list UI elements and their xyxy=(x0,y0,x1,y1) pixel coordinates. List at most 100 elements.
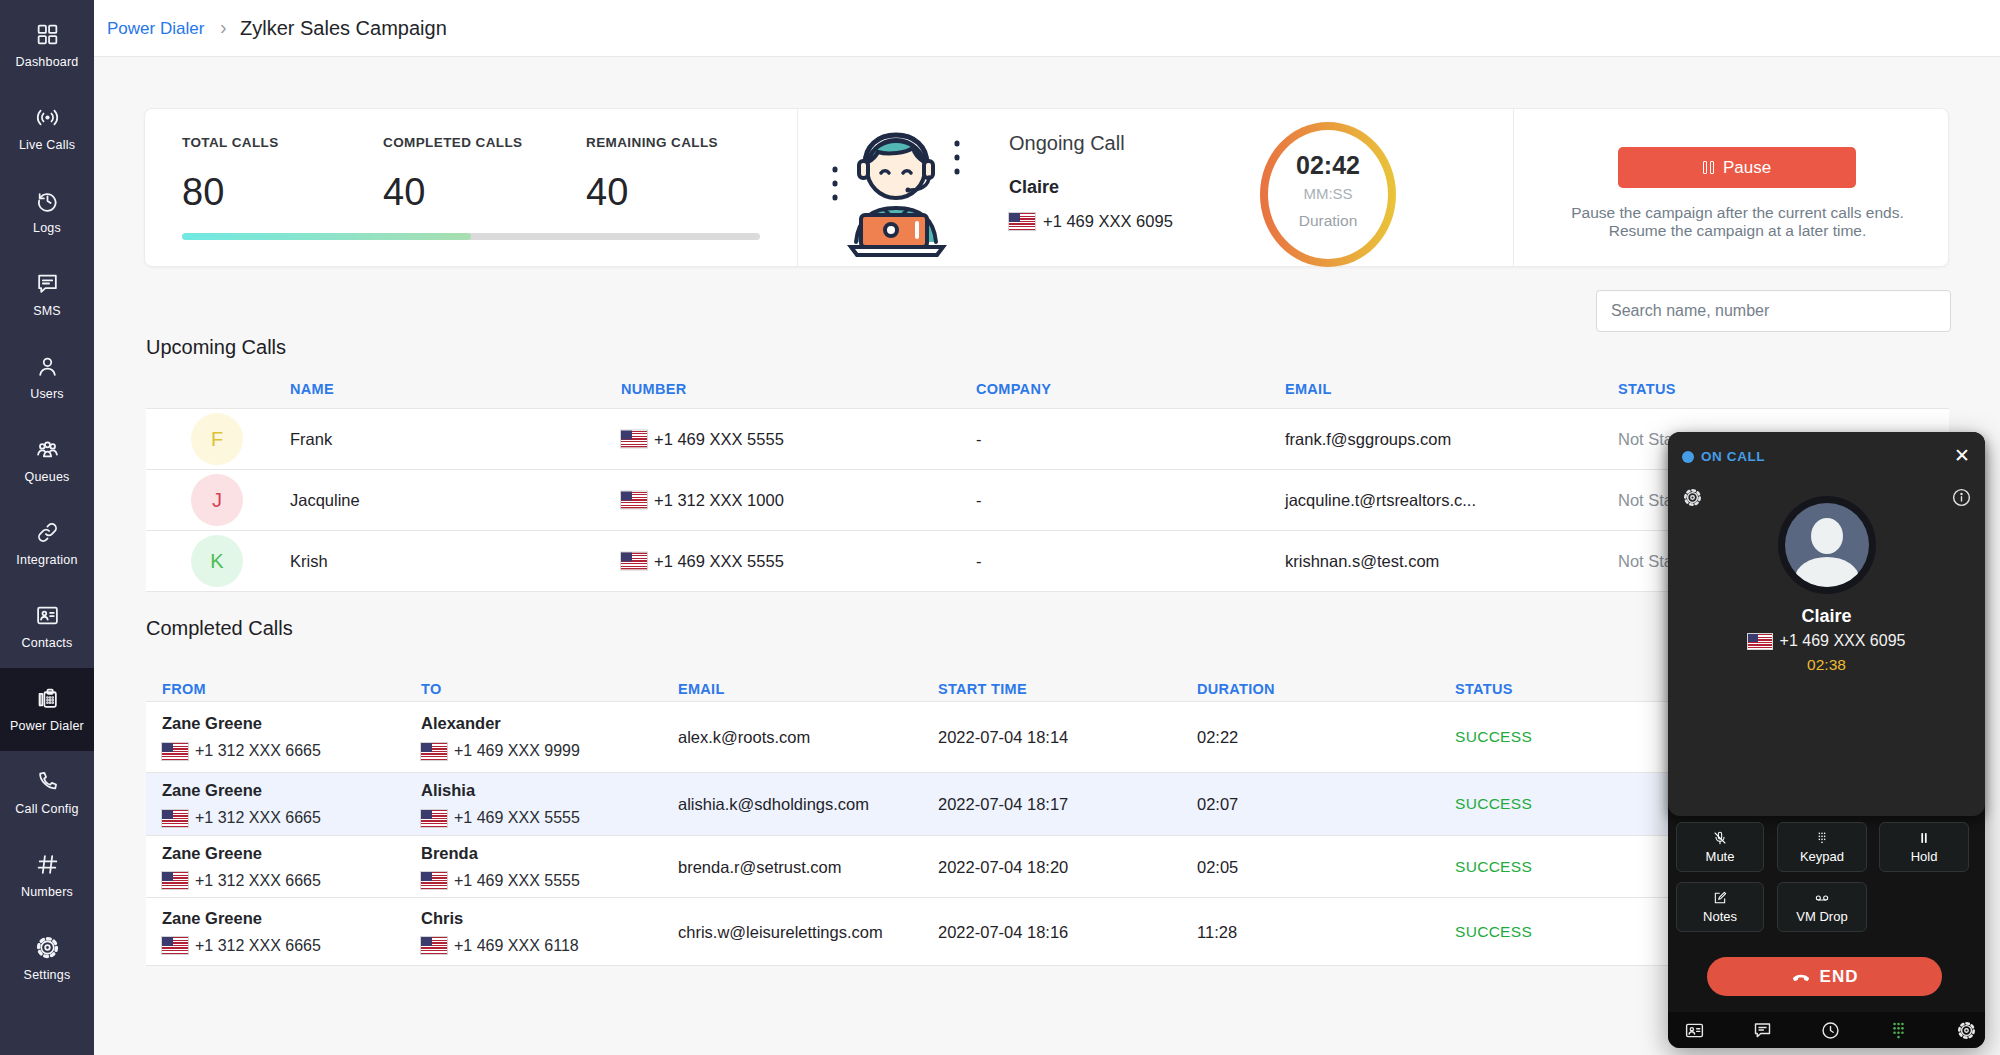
us-flag-icon xyxy=(621,492,647,509)
completed-header-duration: DURATION xyxy=(1197,681,1275,697)
sidebar-item-label: Power Dialer xyxy=(10,719,84,733)
contacts-icon xyxy=(35,603,60,628)
call-duration-value: 02:42 xyxy=(1296,151,1360,180)
users-icon xyxy=(35,354,60,379)
sidebar-item-numbers[interactable]: Numbers xyxy=(0,834,94,917)
widget-settings-icon[interactable] xyxy=(1680,485,1704,509)
contact-company: - xyxy=(976,491,982,510)
total-calls-label: TOTAL CALLS xyxy=(182,135,279,150)
total-calls-value: 80 xyxy=(182,171,224,214)
call-status: SUCCESS xyxy=(1455,923,1532,941)
sidebar: Dashboard Live Calls Logs SMS Users Queu… xyxy=(0,0,94,1055)
close-icon[interactable]: ✕ xyxy=(1950,443,1974,467)
sidebar-item-integration[interactable]: Integration xyxy=(0,502,94,585)
call-duration-unit: MM:SS xyxy=(1303,185,1352,202)
completed-calls-value: 40 xyxy=(383,171,425,214)
sidebar-item-logs[interactable]: Logs xyxy=(0,170,94,253)
sidebar-item-queues[interactable]: Queues xyxy=(0,419,94,502)
keypad-icon xyxy=(1814,830,1830,846)
to-person: Alishia +1 469 XXX 5555 xyxy=(421,781,580,827)
ongoing-call-name: Claire xyxy=(1009,177,1059,198)
call-status: SUCCESS xyxy=(1455,858,1532,876)
us-flag-icon xyxy=(621,431,647,448)
upcoming-header-email: EMAIL xyxy=(1285,381,1332,397)
to-person: Brenda +1 469 XXX 5555 xyxy=(421,844,580,890)
call-duration-caption: Duration xyxy=(1299,212,1358,230)
widget-contacts-icon[interactable] xyxy=(1682,1018,1706,1042)
contact-name: Krish xyxy=(290,552,328,571)
widget-history-icon[interactable] xyxy=(1818,1018,1842,1042)
power-dialer-icon xyxy=(35,686,60,711)
summary-cards-row: TOTAL CALLS COMPLETED CALLS REMAINING CA… xyxy=(144,108,1949,267)
from-person: Zane Greene +1 312 XXX 6665 xyxy=(162,781,321,827)
sidebar-item-live-calls[interactable]: Live Calls xyxy=(0,87,94,170)
call-email: alishia.k@sdholdings.com xyxy=(678,795,869,814)
search-input[interactable] xyxy=(1596,290,1951,332)
widget-avatar xyxy=(1778,496,1876,594)
call-start-time: 2022-07-04 18:20 xyxy=(938,857,1068,876)
call-start-time: 2022-07-04 18:16 xyxy=(938,922,1068,941)
end-call-icon xyxy=(1791,967,1811,987)
hold-button[interactable]: Hold xyxy=(1879,822,1969,872)
widget-caller-name: Claire xyxy=(1668,606,1985,627)
dashboard-icon xyxy=(35,22,60,47)
sidebar-item-dashboard[interactable]: Dashboard xyxy=(0,4,94,87)
call-email: alex.k@roots.com xyxy=(678,728,810,747)
us-flag-icon xyxy=(162,937,188,954)
breadcrumb-power-dialer-link[interactable]: Power Dialer xyxy=(107,19,204,39)
sidebar-item-power-dialer[interactable]: Power Dialer xyxy=(0,668,94,751)
widget-gear-icon[interactable] xyxy=(1954,1018,1978,1042)
avatar: J xyxy=(191,474,243,526)
mute-icon xyxy=(1712,830,1728,846)
sms-icon xyxy=(35,271,60,296)
upcoming-header-name: NAME xyxy=(290,381,334,397)
on-call-status-label: ON CALL xyxy=(1701,449,1765,464)
call-email: brenda.r@setrust.com xyxy=(678,857,841,876)
call-duration: 02:22 xyxy=(1197,728,1238,747)
call-config-icon xyxy=(35,769,60,794)
sidebar-item-contacts[interactable]: Contacts xyxy=(0,585,94,668)
pause-description-line2: Resume the campaign at a later time. xyxy=(1515,222,1960,240)
widget-info-icon[interactable] xyxy=(1949,485,1973,509)
queues-icon xyxy=(35,437,60,462)
sidebar-item-sms[interactable]: SMS xyxy=(0,253,94,336)
live-calls-icon xyxy=(35,105,60,130)
widget-dialpad-icon[interactable] xyxy=(1886,1018,1910,1042)
from-person: Zane Greene +1 312 XXX 6665 xyxy=(162,844,321,890)
sidebar-item-users[interactable]: Users xyxy=(0,336,94,419)
contact-email: frank.f@sggroups.com xyxy=(1285,430,1451,449)
sidebar-item-label: Call Config xyxy=(15,802,78,816)
pause-description-line1: Pause the campaign after the current cal… xyxy=(1515,204,1960,222)
call-email: chris.w@leisurelettings.com xyxy=(678,922,883,941)
sidebar-item-label: Queues xyxy=(25,470,70,484)
breadcrumb-chevron-icon: › xyxy=(220,16,227,39)
contact-number: +1 469 XXX 5555 xyxy=(621,552,784,571)
widget-bottom-bar xyxy=(1668,1012,1985,1048)
sidebar-item-settings[interactable]: Settings xyxy=(0,917,94,1000)
call-duration-ring: 02:42 MM:SS Duration xyxy=(1260,122,1396,267)
vm-drop-button[interactable]: VM Drop xyxy=(1777,882,1867,932)
widget-sms-icon[interactable] xyxy=(1750,1018,1774,1042)
to-person: Alexander +1 469 XXX 9999 xyxy=(421,714,580,760)
us-flag-icon xyxy=(421,872,447,889)
pause-button[interactable]: Pause xyxy=(1618,147,1856,188)
sidebar-item-call-config[interactable]: Call Config xyxy=(0,751,94,834)
contact-email: krishnan.s@test.com xyxy=(1285,552,1439,571)
end-call-button[interactable]: END xyxy=(1707,957,1942,996)
campaign-progress-bar xyxy=(182,233,760,240)
from-person: Zane Greene +1 312 XXX 6665 xyxy=(162,714,321,760)
us-flag-icon xyxy=(1748,634,1772,649)
contact-number: +1 469 XXX 5555 xyxy=(621,430,784,449)
agent-illustration xyxy=(821,117,971,266)
pause-icon xyxy=(1703,161,1714,174)
notes-button[interactable]: Notes xyxy=(1676,882,1764,932)
mute-button[interactable]: Mute xyxy=(1676,822,1764,872)
notes-icon xyxy=(1712,890,1728,906)
contact-name: Jacquline xyxy=(290,491,360,510)
contact-email: jacquline.t@rtsrealtors.c... xyxy=(1285,491,1476,510)
keypad-button[interactable]: Keypad xyxy=(1777,822,1867,872)
remaining-calls-value: 40 xyxy=(586,171,628,214)
completed-header-to: TO xyxy=(421,681,441,697)
campaign-progress-fill xyxy=(182,233,471,240)
vm-drop-icon xyxy=(1814,890,1830,906)
